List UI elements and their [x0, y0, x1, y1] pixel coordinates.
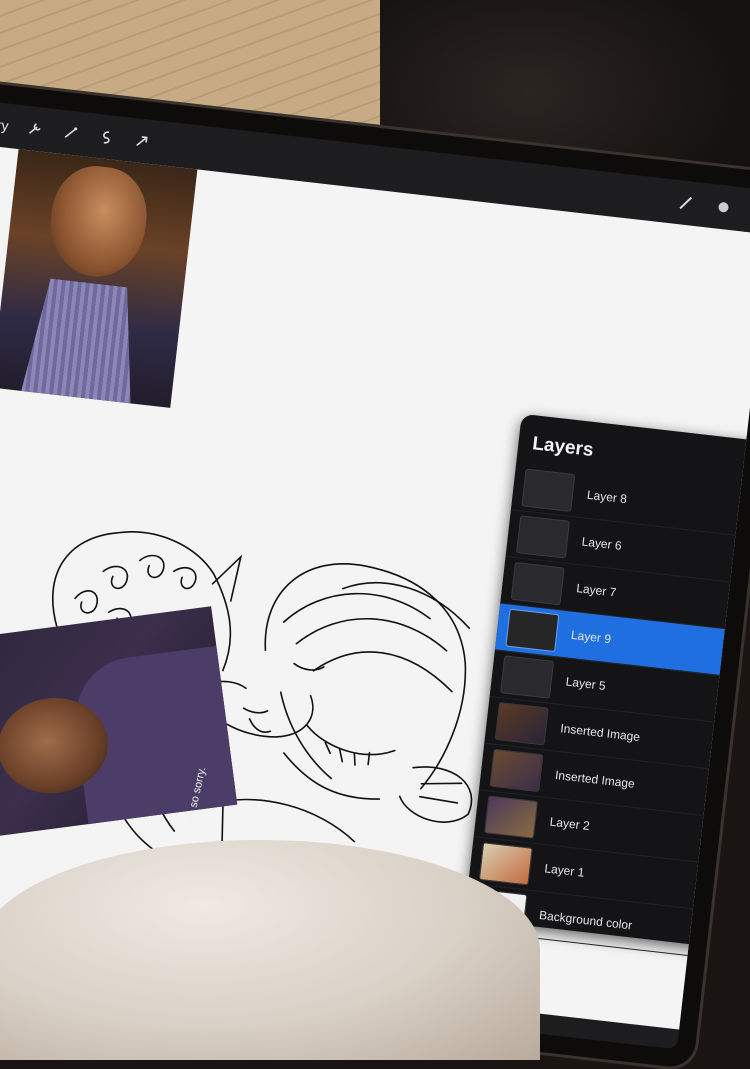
layer-label: Layer 6	[580, 534, 623, 553]
layer-thumbnail	[478, 842, 533, 886]
layer-thumbnail	[505, 608, 560, 653]
layer-label: Layer 1	[543, 861, 586, 880]
layer-thumbnail	[484, 795, 539, 839]
layer-label: Layer 9	[570, 627, 612, 647]
layer-label: Layer 2	[549, 814, 591, 834]
reference-face	[44, 161, 152, 282]
layer-label: Inserted Image	[554, 767, 636, 791]
layer-label: Background color	[538, 907, 633, 933]
wrench-icon[interactable]	[25, 119, 45, 139]
magic-wand-icon[interactable]	[61, 123, 81, 143]
layer-thumbnail	[494, 702, 549, 746]
layer-thumbnail	[521, 468, 576, 512]
blurred-hand-foreground	[0, 840, 540, 1060]
move-arrow-icon[interactable]	[133, 131, 153, 151]
smudge-icon[interactable]	[714, 197, 734, 217]
selection-icon[interactable]	[97, 127, 117, 147]
reference-image-bottom[interactable]: I'm so sorry.	[0, 606, 238, 844]
layer-label: Layer 7	[575, 581, 618, 600]
layer-thumbnail	[510, 561, 565, 606]
layer-label: Layer 5	[565, 674, 607, 693]
layer-thumbnail	[489, 748, 544, 793]
layer-label: Inserted Image	[559, 721, 641, 745]
layer-thumbnail	[500, 655, 555, 699]
layer-label: Layer 8	[586, 487, 628, 507]
layer-thumbnail	[516, 515, 571, 559]
gallery-button[interactable]: ery	[0, 116, 9, 134]
blend-mode-flag[interactable]: N	[690, 927, 698, 939]
brush-icon[interactable]	[676, 193, 696, 213]
toolbar-right-tools	[676, 193, 750, 222]
